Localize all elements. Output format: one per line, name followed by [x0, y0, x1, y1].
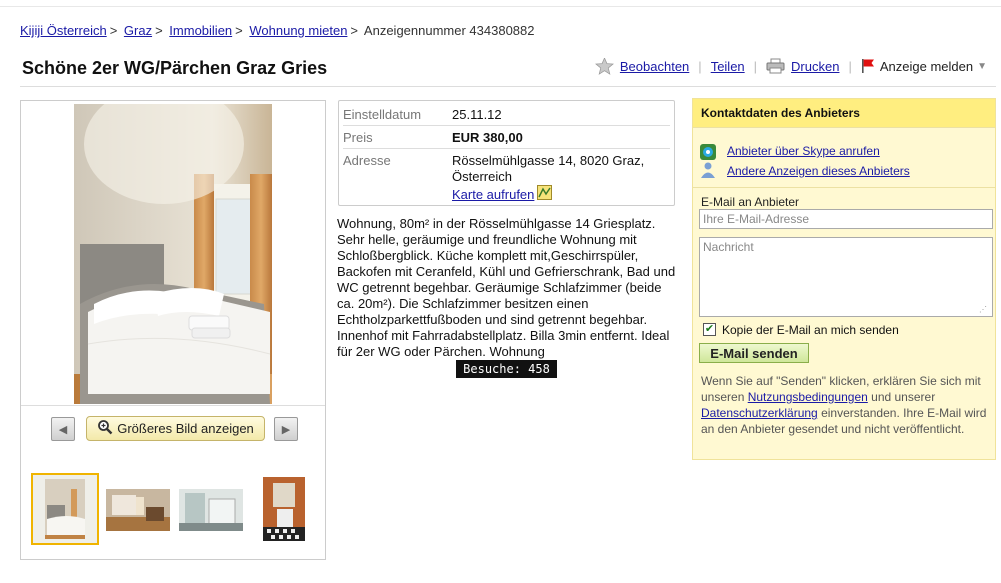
- thumbnail-4[interactable]: [263, 477, 305, 541]
- date-value: 25.11.12: [452, 107, 502, 122]
- page-title: Schöne 2er WG/Pärchen Graz Gries: [22, 58, 328, 78]
- contact-panel: Kontaktdaten des Anbieters Anbieter über…: [692, 98, 996, 460]
- watch-link[interactable]: Beobachten: [620, 59, 689, 74]
- person-icon: [699, 161, 717, 179]
- thumbnail-2[interactable]: [106, 489, 170, 531]
- thumbnail-strip: [21, 471, 325, 551]
- address-line-1: Rösselmühlgasse 14, 8020 Graz,: [452, 153, 645, 168]
- visit-counter: Besuche: 458: [456, 360, 557, 378]
- divider: |: [753, 58, 758, 74]
- breadcrumb-wohnung-mieten[interactable]: Wohnung mieten: [249, 23, 347, 38]
- message-field[interactable]: [699, 237, 993, 317]
- terms-link[interactable]: Nutzungsbedingungen: [748, 390, 868, 404]
- chevron-right-icon: ▶: [281, 423, 291, 436]
- thumbnail-1[interactable]: [31, 473, 99, 545]
- date-label: Einstelldatum: [343, 107, 422, 122]
- other-ads-link[interactable]: Andere Anzeigen dieses Anbieters: [727, 164, 910, 178]
- ad-actions: Beobachten | Teilen | Drucken | Anzeige …: [594, 57, 987, 75]
- enlarge-image-label: Größeres Bild anzeigen: [117, 421, 254, 436]
- header-divider: [20, 86, 996, 87]
- contact-heading: Kontaktdaten des Anbieters: [693, 99, 995, 127]
- note-text: und unserer: [867, 390, 936, 404]
- divider: |: [848, 58, 852, 74]
- price-label: Preis: [343, 130, 373, 145]
- skype-icon: [699, 143, 717, 161]
- main-photo[interactable]: [74, 104, 272, 404]
- contact-divider: [693, 127, 995, 128]
- enlarge-image-button[interactable]: Größeres Bild anzeigen: [86, 416, 265, 441]
- report-ad-label[interactable]: Anzeige melden: [880, 59, 973, 74]
- breadcrumb-kijiji[interactable]: Kijiji Österreich: [20, 23, 107, 38]
- skype-call-link[interactable]: Anbieter über Skype anrufen: [727, 144, 880, 158]
- detail-divider: [343, 148, 670, 149]
- email-label: E-Mail an Anbieter: [701, 195, 800, 209]
- send-email-button[interactable]: E-Mail senden: [699, 343, 809, 363]
- printer-icon[interactable]: [766, 58, 785, 74]
- breadcrumb-separator: >: [350, 23, 359, 38]
- star-icon[interactable]: [594, 57, 614, 75]
- contact-divider: [693, 187, 995, 188]
- print-link[interactable]: Drucken: [791, 59, 839, 74]
- price-value: EUR 380,00: [452, 130, 523, 145]
- chevron-left-icon: ◀: [58, 423, 68, 436]
- ad-description: Wohnung, 80m² in der Rösselmühlgasse 14 …: [337, 216, 676, 359]
- breadcrumb: Kijiji Österreich > Graz > Immobilien > Woh…: [20, 23, 535, 38]
- gallery-divider: [21, 405, 325, 406]
- breadcrumb-separator: >: [109, 23, 118, 38]
- flag-icon[interactable]: [861, 58, 876, 74]
- breadcrumb-separator: >: [235, 23, 243, 38]
- checkmark-icon: ✔: [704, 323, 715, 335]
- copy-checkbox[interactable]: ✔: [703, 323, 716, 336]
- breadcrumb-separator: >: [155, 23, 163, 38]
- magnifier-icon: [97, 419, 113, 438]
- thumbnail-3[interactable]: [179, 489, 243, 531]
- breadcrumb-immobilien[interactable]: Immobilien: [169, 23, 232, 38]
- divider: |: [698, 58, 702, 74]
- chevron-down-icon[interactable]: ▼: [977, 61, 987, 72]
- address-value: Rösselmühlgasse 14, 8020 Graz, Österreic…: [452, 153, 644, 204]
- email-field[interactable]: [699, 209, 993, 229]
- address-label: Adresse: [343, 153, 391, 168]
- copy-checkbox-label[interactable]: Kopie der E-Mail an mich senden: [722, 323, 899, 337]
- breadcrumb-current: Anzeigennummer 434380882: [363, 23, 535, 38]
- map-icon[interactable]: [537, 185, 553, 204]
- next-image-button[interactable]: ▶: [274, 417, 298, 441]
- privacy-note: Wenn Sie auf "Senden" klicken, erklären …: [701, 373, 991, 437]
- address-line-2: Österreich: [452, 169, 512, 184]
- breadcrumb-graz[interactable]: Graz: [124, 23, 152, 38]
- share-link[interactable]: Teilen: [711, 59, 745, 74]
- ad-details-table: Einstelldatum 25.11.12 Preis EUR 380,00 …: [338, 100, 675, 206]
- map-link[interactable]: Karte aufrufen: [452, 187, 534, 203]
- detail-divider: [343, 125, 670, 126]
- top-border: [0, 6, 1001, 7]
- privacy-link[interactable]: Datenschutzerklärung: [701, 406, 818, 420]
- image-gallery: ◀ Größeres Bild anzeigen ▶: [20, 100, 326, 560]
- prev-image-button[interactable]: ◀: [51, 417, 75, 441]
